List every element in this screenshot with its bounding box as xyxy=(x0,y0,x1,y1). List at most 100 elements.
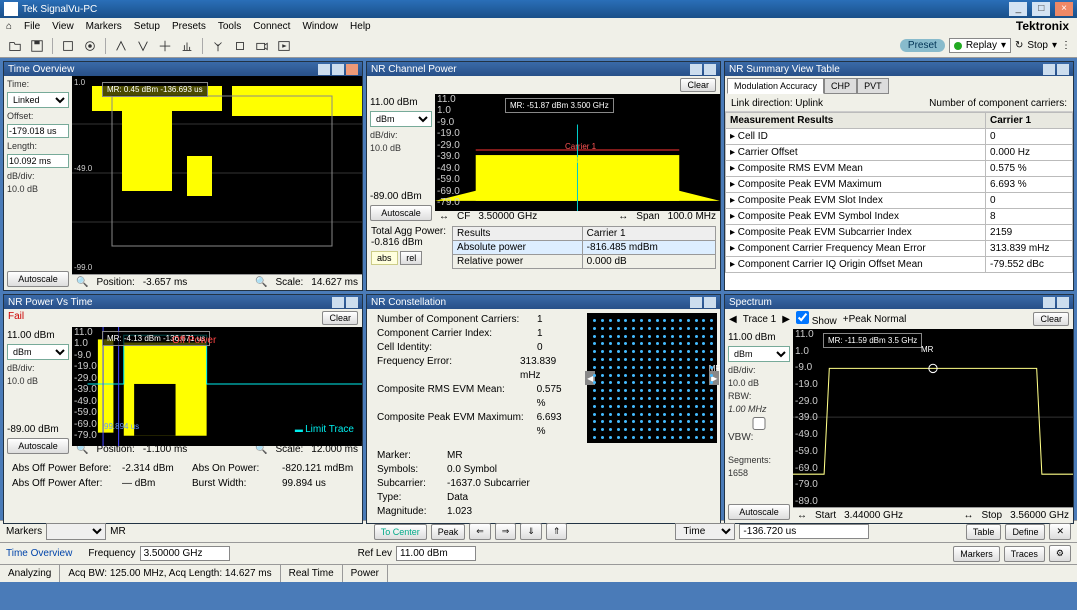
zoom-icon[interactable]: ↔ xyxy=(797,510,807,521)
zoom-icon[interactable]: ↔ xyxy=(963,510,973,521)
close-x-button[interactable]: ✕ xyxy=(1049,523,1071,540)
offset-input[interactable] xyxy=(7,124,69,138)
traces-button[interactable]: Traces xyxy=(1004,546,1045,562)
table-row[interactable]: ▸ Composite Peak EVM Subcarrier Index215… xyxy=(726,225,1073,241)
pane-max-icon[interactable] xyxy=(332,64,344,75)
marker-2-icon[interactable] xyxy=(134,37,152,55)
replay-dropdown-icon[interactable]: ▾ xyxy=(1001,40,1006,51)
table-row[interactable]: ▸ Cell ID0 xyxy=(726,129,1073,145)
define-button[interactable]: Define xyxy=(1005,524,1045,540)
constellation-plot[interactable]: ◀ ▶ MR xyxy=(587,313,717,443)
time-input[interactable] xyxy=(739,524,869,539)
time-select[interactable]: Time xyxy=(675,523,735,540)
chp-top-dbm[interactable]: 11.00 dBm xyxy=(370,97,432,108)
stop-button[interactable]: Stop xyxy=(1027,40,1048,51)
chp-plot[interactable]: 11.01.0-9.0-19.0-29.0-39.0-49.0-59.0-69.… xyxy=(435,94,720,208)
pane-min-icon[interactable] xyxy=(690,297,702,308)
pane-max-icon[interactable] xyxy=(1057,297,1069,308)
config-icon[interactable] xyxy=(59,37,77,55)
table-row[interactable]: ▸ Composite Peak EVM Symbol Index8 xyxy=(726,209,1073,225)
freq-input[interactable] xyxy=(140,546,230,561)
tab-pvt[interactable]: PVT xyxy=(857,78,889,94)
home-icon[interactable]: ⌂ xyxy=(6,21,12,32)
pvt-top-dbm[interactable]: 11.00 dBm xyxy=(7,330,69,341)
antenna-icon[interactable] xyxy=(209,37,227,55)
pvt-plot[interactable]: 11.01.0-9.0-19.0-29.0-39.0-49.0-59.0-69.… xyxy=(72,327,362,441)
table-row[interactable]: ▸ Component Carrier Frequency Mean Error… xyxy=(726,241,1073,257)
pane-min-icon[interactable] xyxy=(332,297,344,308)
gear-button[interactable]: ⚙ xyxy=(1049,545,1071,562)
peak-button[interactable]: Peak xyxy=(431,524,466,540)
clear-button[interactable]: Clear xyxy=(680,78,716,92)
table-row[interactable]: ▸ Carrier Offset0.000 Hz xyxy=(726,145,1073,161)
refresh-icon[interactable]: ↻ xyxy=(1015,40,1023,51)
autoscale-button[interactable]: Autoscale xyxy=(7,271,69,287)
time-select[interactable]: Linked xyxy=(7,92,69,108)
rel-button[interactable]: rel xyxy=(400,251,422,265)
table-row[interactable]: ▸ Composite RMS EVM Mean0.575 % xyxy=(726,161,1073,177)
pane-max-icon[interactable] xyxy=(704,297,716,308)
menu-tools[interactable]: Tools xyxy=(218,21,241,32)
close-button[interactable]: × xyxy=(1055,2,1073,16)
zoom-in-icon[interactable]: 🔍 xyxy=(255,277,267,288)
peak-left-button[interactable]: ⇐ xyxy=(469,523,491,540)
stop-dropdown-icon[interactable]: ▾ xyxy=(1052,40,1057,51)
replay-label[interactable]: Replay xyxy=(966,40,997,51)
unit-select[interactable]: dBm xyxy=(7,344,69,360)
menu-file[interactable]: File xyxy=(24,21,40,32)
pane-close-icon[interactable] xyxy=(346,64,358,75)
table-row[interactable]: ▸ Composite Peak EVM Maximum6.693 % xyxy=(726,177,1073,193)
to-center-button[interactable]: To Center xyxy=(374,524,427,540)
autoscale-button[interactable]: Autoscale xyxy=(7,438,69,454)
pane-max-icon[interactable] xyxy=(1057,64,1069,75)
clear-button[interactable]: Clear xyxy=(322,311,358,325)
spectrum-plot[interactable]: 11.01.0-9.0-19.0-29.0-39.0-49.0-59.0-69.… xyxy=(793,329,1073,507)
autoscale-button[interactable]: Autoscale xyxy=(728,504,790,520)
open-icon[interactable] xyxy=(6,37,24,55)
unit-select[interactable]: dBm xyxy=(370,111,432,127)
time-overview-plot[interactable]: 1.0 -49.0 -99.0 MR: 0.45 dBm -136.693 us xyxy=(72,76,362,274)
pane-min-icon[interactable] xyxy=(1043,297,1055,308)
pane-min-icon[interactable] xyxy=(1043,64,1055,75)
span-icon[interactable]: ↔ xyxy=(618,211,628,222)
clear-button[interactable]: Clear xyxy=(1033,312,1069,326)
markers-select[interactable] xyxy=(46,523,106,540)
peak-right-button[interactable]: ⇒ xyxy=(495,523,517,540)
show-checkbox[interactable] xyxy=(796,311,809,324)
menu-window[interactable]: Window xyxy=(302,21,338,32)
markers-button[interactable]: Markers xyxy=(953,546,1000,562)
marker-4-icon[interactable] xyxy=(178,37,196,55)
tool-a-icon[interactable] xyxy=(231,37,249,55)
trace-prev-icon[interactable]: ◀ xyxy=(729,314,737,325)
menu-view[interactable]: View xyxy=(52,21,74,32)
top-dbm[interactable]: 11.00 dBm xyxy=(728,332,790,343)
abs-button[interactable]: abs xyxy=(371,251,398,265)
zoom-icon[interactable]: ↔ xyxy=(439,211,449,222)
length-input[interactable] xyxy=(7,154,69,168)
menu-setup[interactable]: Setup xyxy=(134,21,160,32)
marker-3-icon[interactable] xyxy=(156,37,174,55)
pane-max-icon[interactable] xyxy=(346,297,358,308)
unit-select[interactable]: dBm xyxy=(728,346,790,362)
peak-down-button[interactable]: ⇓ xyxy=(520,523,542,540)
to-link[interactable]: Time Overview xyxy=(6,548,72,559)
more-icon[interactable]: ⋮ xyxy=(1061,40,1071,51)
menu-presets[interactable]: Presets xyxy=(172,21,206,32)
zoom-out-icon[interactable]: 🔍 xyxy=(76,277,88,288)
vbw-checkbox[interactable] xyxy=(728,417,790,430)
save-icon[interactable] xyxy=(28,37,46,55)
autoscale-button[interactable]: Autoscale xyxy=(370,205,432,221)
minimize-button[interactable]: _ xyxy=(1009,2,1027,16)
menu-connect[interactable]: Connect xyxy=(253,21,290,32)
summary-table[interactable]: Measurement ResultsCarrier 1 ▸ Cell ID0▸… xyxy=(725,112,1073,273)
tab-mod-accuracy[interactable]: Modulation Accuracy xyxy=(727,78,824,94)
pane-min-icon[interactable] xyxy=(318,64,330,75)
table-row[interactable]: ▸ Composite Peak EVM Slot Index0 xyxy=(726,193,1073,209)
pane-max-icon[interactable] xyxy=(704,64,716,75)
camera-icon[interactable] xyxy=(253,37,271,55)
trace-next-icon[interactable]: ▶ xyxy=(782,314,790,325)
peak-up-button[interactable]: ⇑ xyxy=(546,523,568,540)
menu-markers[interactable]: Markers xyxy=(86,21,122,32)
play-box-icon[interactable] xyxy=(275,37,293,55)
menu-help[interactable]: Help xyxy=(350,21,371,32)
